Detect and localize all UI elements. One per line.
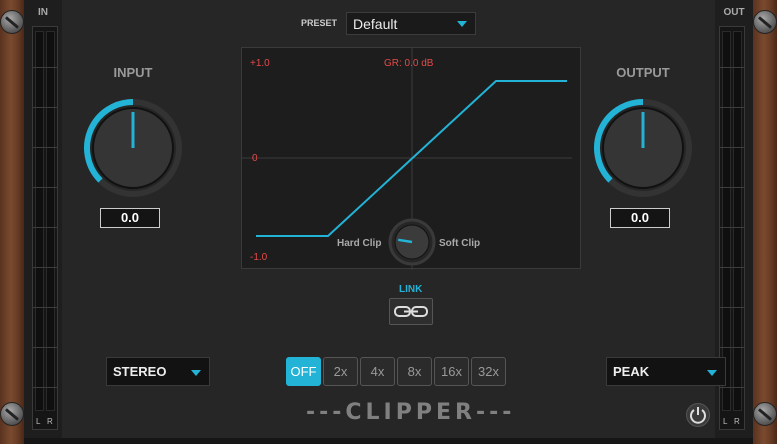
input-meter-l-label: L: [36, 417, 41, 426]
input-level-meter: L R: [32, 26, 58, 430]
input-knob[interactable]: [78, 93, 188, 203]
stereo-mode-dropdown[interactable]: STEREO: [106, 357, 210, 386]
preset-label: PRESET: [301, 18, 338, 28]
plugin-panel: IN L R OUT L R PRESET Default INPUT 0.0 …: [24, 0, 753, 444]
oversampling-option-4x[interactable]: 4x: [360, 357, 395, 386]
oversampling-option-8x[interactable]: 8x: [397, 357, 432, 386]
preset-dropdown[interactable]: Default: [346, 12, 476, 35]
chevron-down-icon: [707, 370, 717, 376]
left-wood-panel: [0, 0, 24, 444]
brand-logo: ---CLIPPER---: [306, 400, 516, 425]
chain-link-icon: [394, 306, 428, 317]
input-meter-title: IN: [38, 7, 48, 18]
oversampling-option-2x[interactable]: 2x: [323, 357, 358, 386]
graph-mid-label: 0: [252, 153, 258, 164]
graph-top-label: +1.0: [250, 58, 270, 69]
screw-top-left-icon: [0, 10, 24, 34]
screw-top-right-icon: [753, 10, 777, 34]
screw-bottom-right-icon: [753, 402, 777, 426]
gain-reduction-readout: GR: 0.0 dB: [384, 58, 434, 69]
input-meter-column: IN L R: [24, 0, 62, 444]
clip-shape-knob[interactable]: [388, 218, 436, 266]
input-value-field[interactable]: 0.0: [100, 208, 160, 228]
soft-clip-label: Soft Clip: [439, 238, 481, 249]
graph-bottom-label: -1.0: [250, 252, 268, 263]
oversampling-option-16x[interactable]: 16x: [434, 357, 469, 386]
bottom-bar: [24, 438, 753, 444]
input-meter-right-channel: [46, 31, 55, 411]
input-label: INPUT: [113, 65, 153, 80]
hard-clip-label: Hard Clip: [337, 238, 382, 249]
right-wood-panel: [753, 0, 777, 444]
main-controls: PRESET Default INPUT 0.0 OUTPUT 0.0 +1.0…: [84, 0, 740, 444]
power-button[interactable]: [686, 403, 710, 427]
input-meter-r-label: R: [47, 417, 53, 426]
chevron-down-icon: [191, 370, 201, 376]
detection-dropdown[interactable]: PEAK: [606, 357, 726, 386]
link-button[interactable]: [389, 298, 433, 325]
output-knob[interactable]: [588, 93, 698, 203]
power-icon: [690, 407, 706, 424]
chevron-down-icon: [457, 21, 467, 27]
preset-value: Default: [353, 16, 398, 32]
transfer-curve-graph: +1.0 0 -1.0 GR: 0.0 dB Hard Clip Soft Cl…: [241, 47, 581, 270]
oversampling-selector: OFF 2x 4x 8x 16x 32x: [286, 357, 506, 386]
stereo-mode-value: STEREO: [113, 364, 167, 379]
output-value-field[interactable]: 0.0: [610, 208, 670, 228]
input-meter-left-channel: [35, 31, 44, 411]
oversampling-option-off[interactable]: OFF: [286, 357, 321, 386]
detection-value: PEAK: [613, 364, 650, 379]
output-label: OUTPUT: [616, 65, 670, 80]
oversampling-option-32x[interactable]: 32x: [471, 357, 506, 386]
link-label: LINK: [399, 284, 423, 295]
screw-bottom-left-icon: [0, 402, 24, 426]
